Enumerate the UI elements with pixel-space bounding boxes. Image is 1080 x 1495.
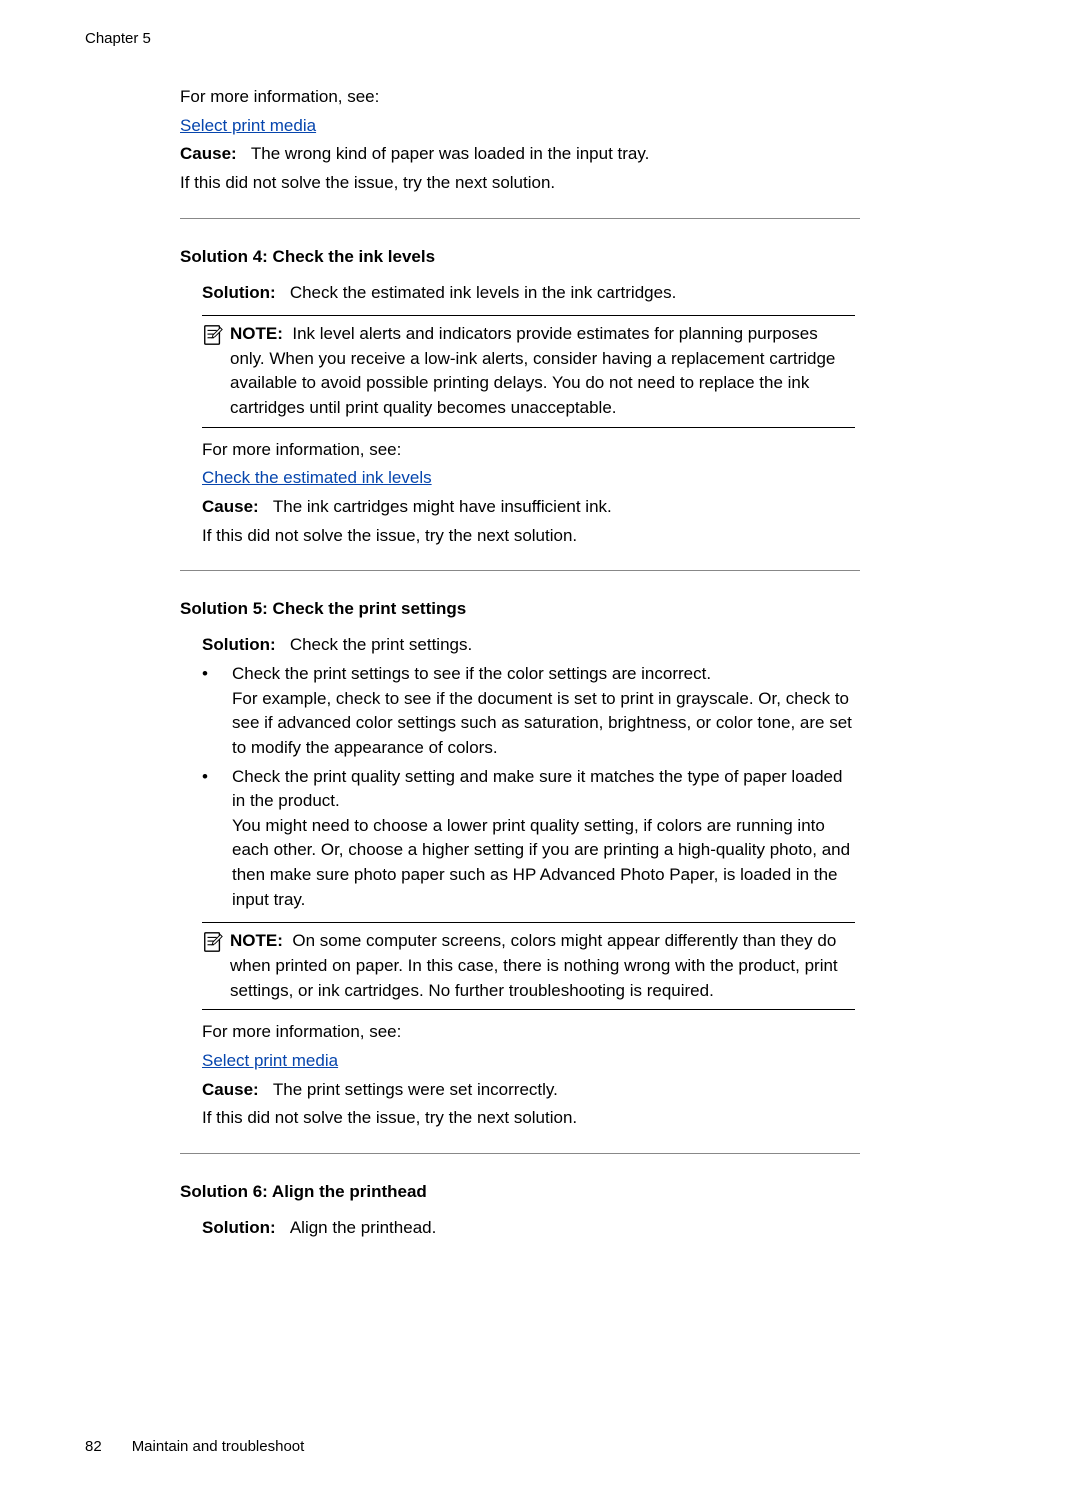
bullet-dot: • <box>202 662 232 761</box>
cause-text: The ink cartridges might have insufficie… <box>273 497 612 516</box>
page-footer: 82 Maintain and troubleshoot <box>85 1438 304 1455</box>
bullet-text: Check the print quality setting and make… <box>232 765 855 814</box>
note-text: On some computer screens, colors might a… <box>230 931 838 999</box>
solution-4-heading: Solution 4: Check the ink levels <box>180 247 855 267</box>
unsolved-text: If this did not solve the issue, try the… <box>202 1106 855 1131</box>
solution-text: Check the print settings. <box>290 635 472 654</box>
cause-label: Cause: <box>180 144 237 163</box>
note-text: Ink level alerts and indicators provide … <box>230 324 835 417</box>
section-divider <box>180 1153 860 1154</box>
solution-6-heading: Solution 6: Align the printhead <box>180 1182 855 1202</box>
more-info-text: For more information, see: <box>180 85 855 110</box>
section-divider <box>180 218 860 219</box>
bullet-text: For example, check to see if the documen… <box>232 687 855 761</box>
more-info-text: For more information, see: <box>202 1020 855 1045</box>
page-number: 82 <box>85 1438 102 1455</box>
solution-text: Check the estimated ink levels in the in… <box>290 283 676 302</box>
check-ink-levels-link[interactable]: Check the estimated ink levels <box>202 468 432 487</box>
bullet-text: Check the print settings to see if the c… <box>232 662 855 687</box>
solution-label: Solution: <box>202 283 276 302</box>
list-item: • Check the print settings to see if the… <box>202 662 855 761</box>
unsolved-text: If this did not solve the issue, try the… <box>202 524 855 549</box>
bullet-dot: • <box>202 765 232 913</box>
more-info-text: For more information, see: <box>202 438 855 463</box>
solution-text: Align the printhead. <box>290 1218 437 1237</box>
note-label: NOTE: <box>230 324 283 343</box>
solution-5-heading: Solution 5: Check the print settings <box>180 599 855 619</box>
cause-text: The print settings were set incorrectly. <box>273 1080 558 1099</box>
chapter-header: Chapter 5 <box>85 30 151 47</box>
note-icon <box>202 324 224 346</box>
list-item: • Check the print quality setting and ma… <box>202 765 855 913</box>
select-print-media-link[interactable]: Select print media <box>180 116 316 135</box>
solution-label: Solution: <box>202 1218 276 1237</box>
cause-label: Cause: <box>202 1080 259 1099</box>
cause-label: Cause: <box>202 497 259 516</box>
select-print-media-link[interactable]: Select print media <box>202 1051 338 1070</box>
note-box: NOTE: Ink level alerts and indicators pr… <box>202 315 855 428</box>
section-divider <box>180 570 860 571</box>
solution-label: Solution: <box>202 635 276 654</box>
note-icon <box>202 931 224 953</box>
cause-text: The wrong kind of paper was loaded in th… <box>251 144 649 163</box>
unsolved-text: If this did not solve the issue, try the… <box>180 171 855 196</box>
bullet-text: You might need to choose a lower print q… <box>232 814 855 913</box>
note-box: NOTE: On some computer screens, colors m… <box>202 922 855 1010</box>
footer-title: Maintain and troubleshoot <box>132 1438 305 1455</box>
note-label: NOTE: <box>230 931 283 950</box>
